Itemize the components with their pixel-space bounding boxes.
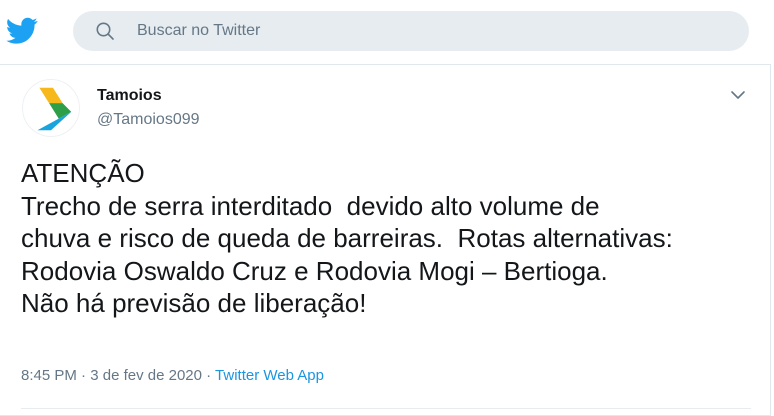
author-handle[interactable]: @Tamoios099 xyxy=(97,111,200,129)
chevron-down-icon[interactable] xyxy=(728,85,748,105)
tweet-text-line: Rodovia Oswaldo Cruz e Rodovia Mogi – Be… xyxy=(21,255,608,286)
author-name[interactable]: Tamoios xyxy=(97,87,162,105)
divider xyxy=(21,408,751,409)
meta-separator: · xyxy=(76,367,91,384)
search-icon xyxy=(96,22,114,40)
tweet-source-link[interactable]: Twitter Web App xyxy=(215,367,324,384)
search-bar[interactable] xyxy=(73,11,749,51)
search-input[interactable] xyxy=(137,11,727,51)
tweet-card: Tamoios @Tamoios099 ATENÇÃO Trecho de se… xyxy=(0,64,771,416)
tweet-meta: 8:45 PM · 3 de fev de 2020 · Twitter Web… xyxy=(21,367,324,384)
tweet-text: ATENÇÃO Trecho de serra interditado devi… xyxy=(21,157,761,320)
tweet-date[interactable]: 3 de fev de 2020 xyxy=(90,367,202,384)
tweet-text-line: ATENÇÃO xyxy=(21,158,145,188)
tweet-text-line: Trecho de serra interditado devido alto … xyxy=(21,190,600,221)
tweet-time[interactable]: 8:45 PM xyxy=(21,367,77,384)
tamoios-logo-icon xyxy=(37,87,72,131)
tweet-text-line: chuva e risco de queda de barreiras. Rot… xyxy=(21,223,673,253)
tweet-text-line: Não há previsão de liberação! xyxy=(21,288,367,318)
twitter-bird-icon[interactable] xyxy=(6,17,38,45)
avatar[interactable] xyxy=(22,79,80,137)
top-bar xyxy=(0,0,774,62)
meta-separator: · xyxy=(201,367,216,384)
